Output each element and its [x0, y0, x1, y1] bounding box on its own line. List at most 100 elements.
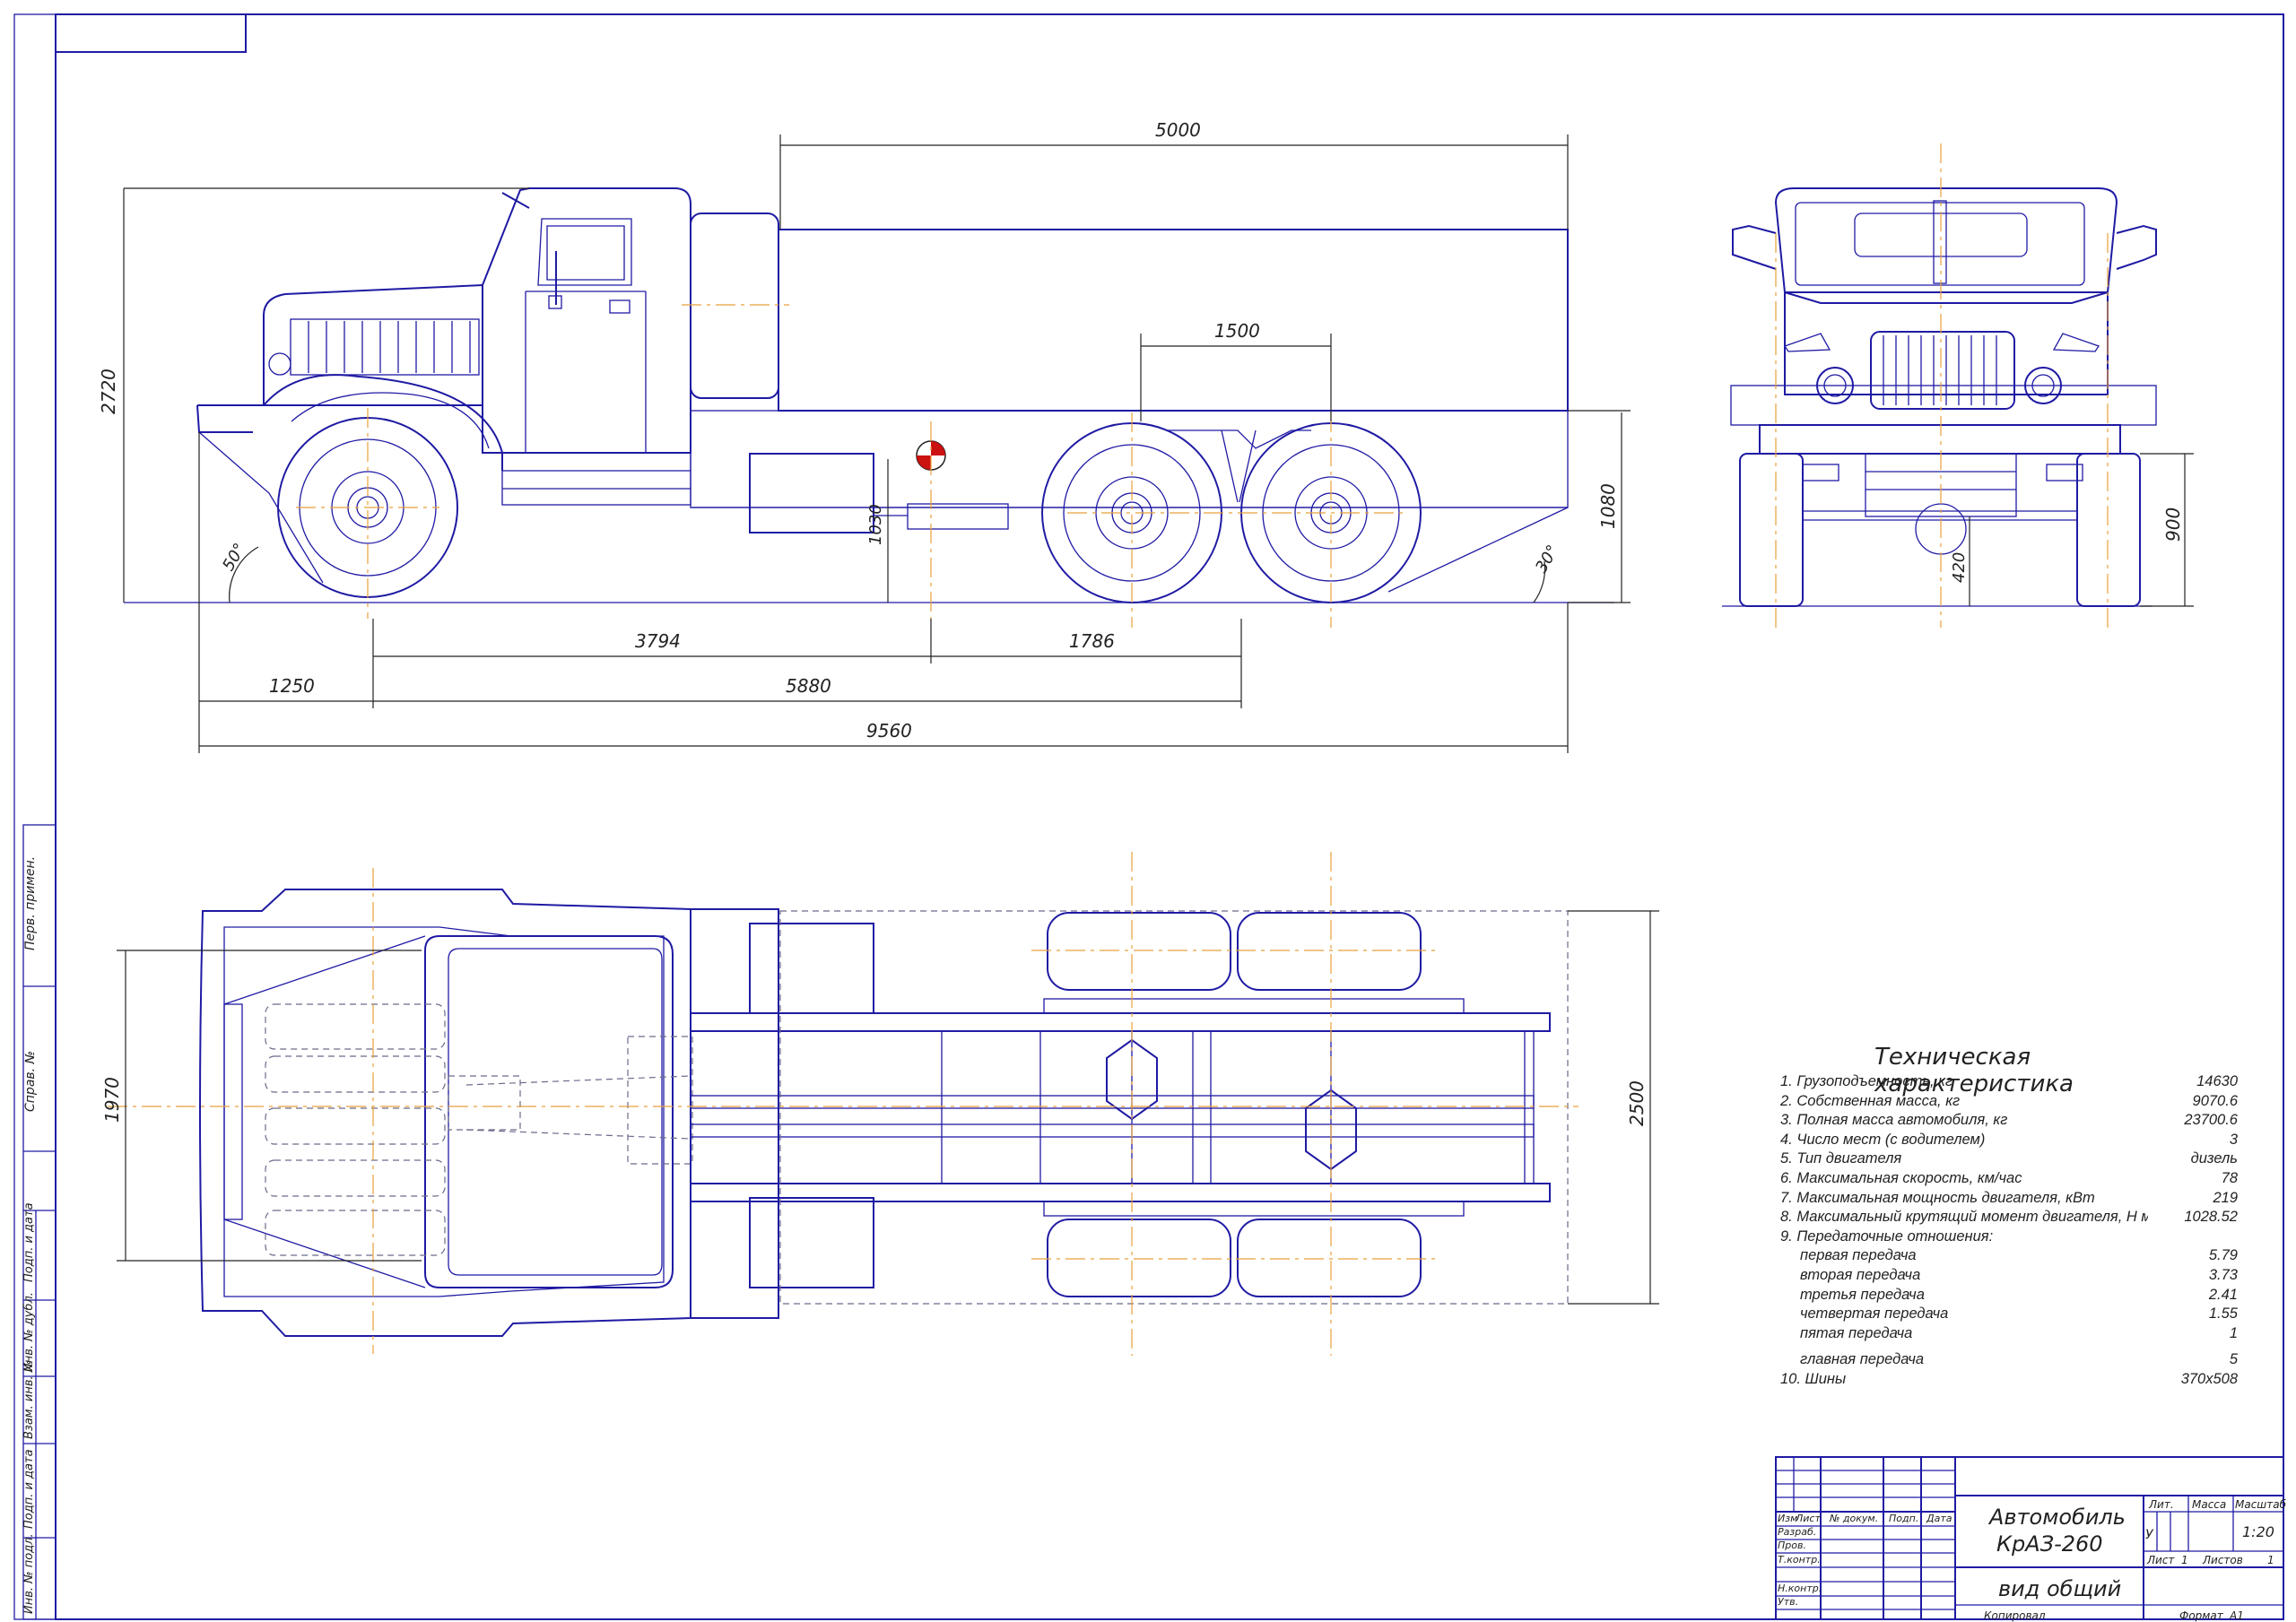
tb-copied: Копировал — [1984, 1609, 2046, 1622]
spec-gear-row: четвертая передача 1.55 — [1780, 1305, 2238, 1324]
side-view: 5000 1500 2720 1080 1030 50° 30° 3794 17… — [98, 119, 1631, 753]
stamp-vzam-inv: Взам. инв. № — [22, 1360, 36, 1439]
tb-masshtab: Масштаб — [2235, 1498, 2287, 1511]
spec-value: 219 — [2213, 1189, 2238, 1206]
gear-value: 2.41 — [2208, 1286, 2238, 1303]
dim-3794: 3794 — [635, 630, 681, 652]
dim-900: 900 — [2162, 507, 2184, 542]
spec-gear-row: вторая передача 3.73 — [1780, 1266, 2238, 1286]
front-view: 420 900 — [1722, 143, 2194, 628]
gear-label: вторая передача — [1800, 1266, 1921, 1283]
spec-value: 23700.6 — [2184, 1112, 2238, 1129]
main-gear-value: 5 — [2229, 1351, 2238, 1368]
tb-format-label: Формат — [2179, 1609, 2224, 1622]
tb-scale: 1:20 — [2242, 1523, 2274, 1540]
tb-lit-value: У — [2145, 1528, 2154, 1542]
cab — [482, 187, 691, 454]
spec-gear-row: пятая передача 1 — [1780, 1324, 2238, 1344]
spec-main-gear-row: главная передача 5 — [1780, 1350, 2238, 1370]
gear-label: первая передача — [1800, 1247, 1917, 1264]
spec-row: 9. Передаточные отношения: — [1780, 1227, 2238, 1247]
tires-label: 10. Шины — [1780, 1370, 1847, 1387]
tank-body — [778, 229, 1569, 412]
plan-cab — [199, 889, 691, 1337]
fuel-tank — [749, 453, 874, 533]
dim-1970: 1970 — [101, 1077, 123, 1123]
tb-sign: Подп. — [1889, 1513, 1918, 1524]
dim-1500: 1500 — [1214, 320, 1260, 342]
spec-value: 3 — [2229, 1131, 2238, 1148]
dim-50deg: 50° — [219, 540, 249, 574]
spec-value: дизель — [2190, 1150, 2238, 1167]
stamp-sprav-no: Справ. № — [23, 1051, 38, 1112]
dim-9560: 9560 — [866, 720, 912, 742]
stamp-podp-data-2: Подп. и дата — [22, 1449, 36, 1529]
hood — [263, 283, 483, 406]
spec-label: 7. Максимальная мощность двигателя, кВт — [1780, 1189, 2095, 1206]
tb-lit: Лит. — [2148, 1498, 2174, 1511]
tb-name-line2: КрАЗ-260 — [1996, 1531, 2103, 1557]
tb-sheets-label: Листов — [2202, 1554, 2243, 1566]
spec-row: 8. Максимальный крутящий момент двигател… — [1780, 1208, 2238, 1227]
main-gear-label: главная передача — [1800, 1351, 1925, 1368]
tb-razrab: Разраб. — [1778, 1526, 1816, 1538]
spec-value: 1028.52 — [2184, 1209, 2238, 1226]
gear-value: 5.79 — [2208, 1247, 2238, 1264]
spec-gap — [1780, 1343, 2238, 1350]
spec-label: 1. Грузоподъемность, кг — [1780, 1073, 1953, 1089]
spec-label: 5. Тип двигателя — [1780, 1150, 1902, 1167]
spec-tires-row: 10. Шины 370x508 — [1780, 1370, 2238, 1390]
tb-doc: № докум. — [1829, 1513, 1878, 1524]
gear-label: пятая передача — [1800, 1324, 1913, 1341]
spec-row: 4. Число мест (с водителем) 3 — [1780, 1131, 2238, 1150]
spec-label: 3. Полная масса автомобиля, кг — [1780, 1112, 2008, 1129]
stamp-inv-podl: Инв. № подл. — [22, 1533, 36, 1614]
spec-row: 5. Тип двигателя дизель — [1780, 1149, 2238, 1169]
dim-1250: 1250 — [269, 675, 315, 697]
tb-prov: Пров. — [1778, 1540, 1806, 1551]
tb-list: Лист — [1795, 1513, 1821, 1524]
gear-label: третья передача — [1800, 1286, 1925, 1303]
gear-value: 1.55 — [2208, 1305, 2238, 1323]
tb-massa: Масса — [2192, 1498, 2226, 1511]
dim-2500: 2500 — [1626, 1080, 1648, 1126]
spec-row: 3. Полная масса автомобиля, кг 23700.6 — [1780, 1111, 2238, 1131]
spec-row: 7. Максимальная мощность двигателя, кВт 2… — [1780, 1189, 2238, 1209]
spec-row: 2. Собственная масса, кг 9070.6 — [1780, 1092, 2238, 1112]
spec-label: 8. Максимальный крутящий момент двигател… — [1780, 1209, 2148, 1226]
gear-value: 1 — [2229, 1324, 2238, 1341]
dim-1080: 1080 — [1597, 483, 1619, 529]
spec-label: 9. Передаточные отношения: — [1780, 1227, 1994, 1245]
spec-value — [2148, 1227, 2238, 1247]
plan-view: 1970 2500 — [101, 852, 1659, 1356]
stamp-perv-primen: Перв. примен. — [23, 856, 38, 950]
spec-label: 2. Собственная масса, кг — [1780, 1092, 1961, 1109]
spec-row: 1. Грузоподъемность, кг 14630 — [1780, 1072, 2238, 1092]
tb-sheets-no: 1 — [2267, 1554, 2274, 1566]
dim-5880: 5880 — [786, 675, 831, 697]
dim-420: 420 — [1950, 552, 1969, 583]
dim-5000: 5000 — [1155, 119, 1201, 141]
dim-30deg: 30° — [1532, 542, 1562, 576]
dim-1030: 1030 — [866, 504, 885, 545]
tb-date: Дата — [1926, 1513, 1952, 1524]
spec-value: 14630 — [2196, 1073, 2238, 1089]
stamp-podp-data-1: Подп. и дата — [22, 1202, 36, 1282]
gear-label: четвертая передача — [1800, 1305, 1949, 1323]
dim-2720: 2720 — [98, 369, 119, 414]
tb-format: А1 — [2229, 1609, 2244, 1622]
front-bumper — [1759, 424, 2121, 455]
tb-sheet-label: Лист — [2146, 1554, 2175, 1566]
spec-value: 78 — [2221, 1169, 2238, 1186]
spec-row: 6. Максимальная скорость, км/час 78 — [1780, 1169, 2238, 1189]
tb-name-line1: Автомобиль — [1987, 1505, 2126, 1530]
spec-label: 6. Максимальная скорость, км/час — [1780, 1169, 2022, 1186]
tb-sheet-no: 1 — [2181, 1554, 2188, 1566]
spec-value: 9070.6 — [2192, 1092, 2238, 1109]
tb-utv: Утв. — [1778, 1596, 1798, 1608]
top-left-stamp-box — [55, 13, 247, 53]
tires-value: 370x508 — [2180, 1370, 2238, 1387]
gear-value: 3.73 — [2208, 1266, 2238, 1283]
tb-nkontr: Н.контр. — [1778, 1583, 1822, 1594]
spec-table: 1. Грузоподъемность, кг 14630 2. Собствен… — [1780, 1072, 2238, 1390]
